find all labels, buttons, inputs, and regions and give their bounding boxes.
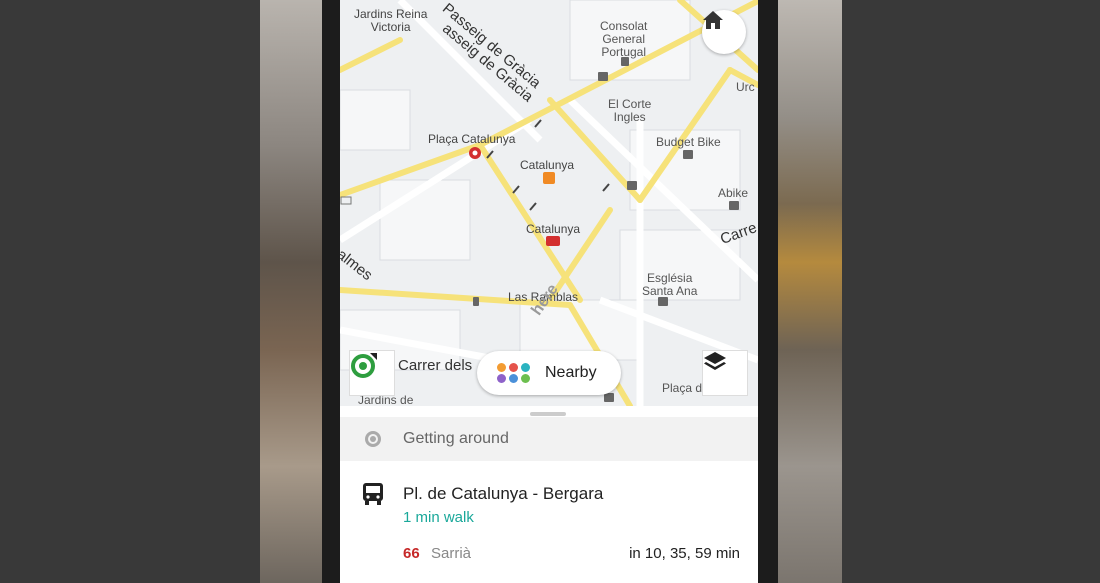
layers-icon bbox=[704, 352, 726, 370]
transit-stop-card[interactable]: Pl. de Catalunya - Bergara 1 min walk 66… bbox=[340, 461, 758, 583]
target-icon bbox=[365, 431, 381, 447]
departure-times: in 10, 35, 59 min bbox=[629, 545, 740, 562]
locate-icon bbox=[351, 353, 377, 378]
background-photo-left bbox=[260, 0, 322, 583]
map-label-consolat: Consolat General Portugal bbox=[600, 19, 648, 59]
home-button[interactable] bbox=[702, 10, 746, 54]
bottom-sheet[interactable]: Getting around Pl. de Catalunya - Bergar… bbox=[340, 406, 758, 583]
getting-around-label: Getting around bbox=[403, 430, 509, 447]
locate-button[interactable] bbox=[349, 350, 395, 396]
map-label-placa-catalunya: Plaça Catalunya bbox=[428, 132, 516, 146]
map-label-catalunya-rail: Catalunya bbox=[520, 158, 575, 172]
route-destination: Sarrià bbox=[431, 545, 472, 562]
map-label-carrer: Carrer dels bbox=[398, 357, 473, 374]
layers-button[interactable] bbox=[702, 350, 748, 396]
nearby-icon bbox=[497, 361, 531, 385]
walk-time: 1 min walk bbox=[403, 509, 474, 526]
map-label-catalunya-metro: Catalunya bbox=[526, 222, 581, 236]
sheet-drag-handle[interactable] bbox=[530, 412, 566, 416]
map-roads bbox=[340, 0, 758, 406]
getting-around-header[interactable]: Getting around bbox=[340, 417, 758, 461]
map-label-jardins-reina: Jardins Reina Victoria bbox=[354, 7, 428, 34]
map-label-el-corte: El Corte Ingles bbox=[608, 97, 652, 124]
phone-screen: Jardins Reina Victoria Passeig de Gràcia … bbox=[340, 0, 758, 583]
map-label-esglesia: Església Santa Ana bbox=[642, 271, 698, 298]
route-number: 66 bbox=[403, 545, 420, 562]
nearby-label: Nearby bbox=[545, 364, 597, 381]
bus-icon bbox=[363, 483, 383, 505]
stop-name: Pl. de Catalunya - Bergara bbox=[403, 484, 604, 503]
background-right bbox=[842, 0, 1100, 583]
home-icon bbox=[703, 11, 723, 29]
nearby-button[interactable]: Nearby bbox=[477, 351, 621, 395]
background-left bbox=[0, 0, 260, 583]
map-view[interactable]: Jardins Reina Victoria Passeig de Gràcia … bbox=[340, 0, 758, 406]
map-label-urc: Urc bbox=[736, 80, 755, 94]
map-label-budget-bike: Budget Bike bbox=[656, 135, 721, 149]
background-photo-right bbox=[778, 0, 842, 583]
map-label-abike: Abike bbox=[718, 186, 749, 200]
